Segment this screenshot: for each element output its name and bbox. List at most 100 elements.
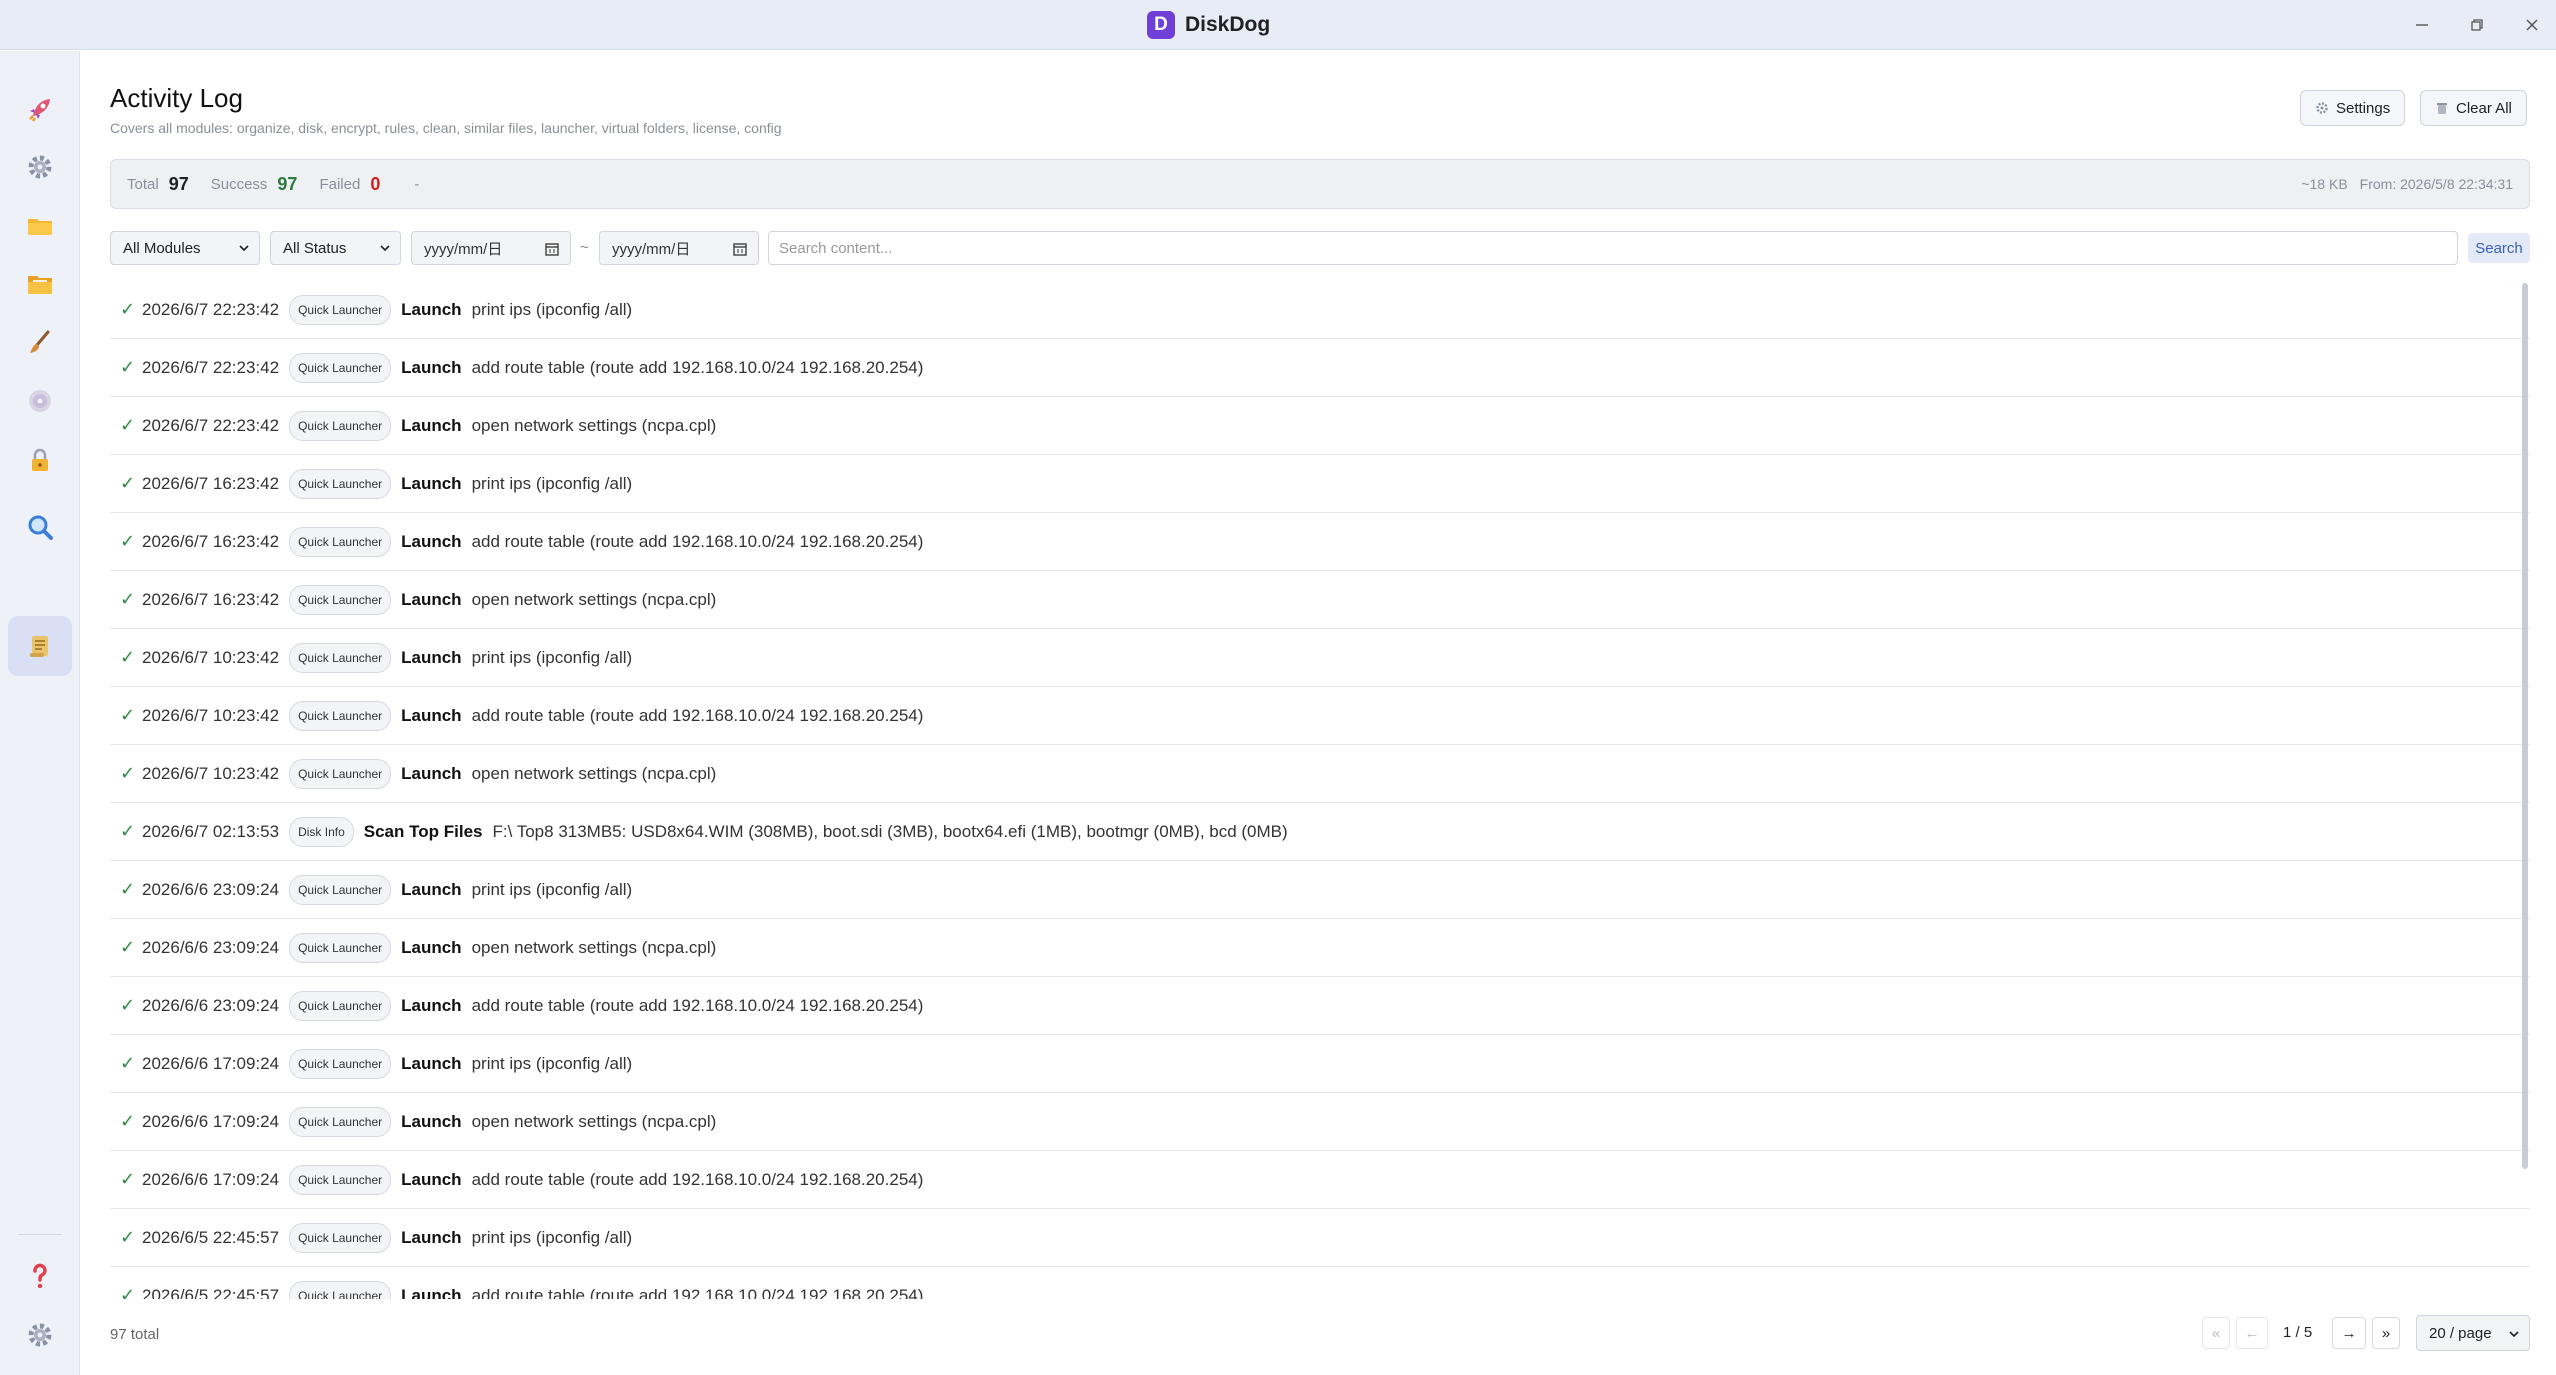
log-time: 2026/6/6 23:09:24 [142,937,280,957]
log-row: ✓ 2026/6/7 22:23:42 Quick Launcher Launch op… [110,397,2530,455]
sidebar-item-organize[interactable] [8,196,72,256]
log-time: 2026/6/7 22:23:42 [142,299,280,319]
log-size: ~18 KB [2301,176,2348,192]
calendar-icon [733,243,747,256]
sidebar-item-encrypt[interactable] [8,430,72,490]
module-tag: Disk Info [289,816,354,847]
log-row: ✓ 2026/6/6 17:09:24 Quick Launcher Launch ad… [110,1151,2530,1209]
folder-icon [28,219,52,235]
log-time: 2026/6/7 10:23:42 [142,763,280,783]
sidebar-item-settings[interactable] [8,137,72,197]
log-time: 2026/6/7 16:23:42 [142,473,280,493]
sidebar-item-disk[interactable] [8,371,72,431]
sidebar-item-activity-log[interactable] [8,616,72,676]
module-tag: Quick Launcher [289,700,392,731]
module-select[interactable]: All Modules [110,231,260,265]
next-page-button[interactable]: → [2332,1317,2366,1349]
module-tag: Quick Launcher [289,526,392,557]
log-detail: add route table (route add 192.168.10.0/… [471,995,924,1015]
success-check-icon: ✓ [120,1111,136,1131]
minimize-icon [2416,24,2428,26]
page-title: Activity Log [110,83,243,113]
log-detail: open network settings (ncpa.cpl) [471,1111,717,1131]
success-check-icon: ✓ [120,1285,136,1299]
clear-all-label: Clear All [2456,99,2512,117]
total-label: Total [127,175,159,193]
log-time: 2026/6/5 22:45:57 [142,1285,280,1300]
success-label: Success [210,175,268,193]
log-detail: print ips (ipconfig /all) [471,473,633,493]
success-check-icon: ✓ [120,937,136,957]
success-count: 97 [277,173,298,194]
log-row: ✓ 2026/6/5 22:45:57 Quick Launcher Launch pr… [110,1209,2530,1267]
log-action: Launch [401,705,462,725]
stats-separator: - [414,175,420,193]
scrollbar-thumb[interactable] [2522,283,2528,1169]
settings-label: Settings [2336,99,2391,117]
sidebar-item-similar-files[interactable] [8,497,72,557]
log-time: 2026/6/6 23:09:24 [142,879,280,899]
page-size-select[interactable]: 20 / page [2416,1315,2530,1351]
success-check-icon: ✓ [120,995,136,1015]
brush-icon [30,330,50,353]
minimize-button[interactable] [2407,10,2437,40]
log-detail: print ips (ipconfig /all) [471,879,633,899]
log-row: ✓ 2026/6/6 23:09:24 Quick Launcher Launch ad… [110,977,2530,1035]
clear-all-button[interactable]: Clear All [2420,90,2527,126]
log-time: 2026/6/7 22:23:42 [142,357,280,377]
log-row: ✓ 2026/6/7 10:23:42 Quick Launcher Launch pr… [110,629,2530,687]
last-page-button[interactable]: » [2372,1317,2400,1349]
scroll-icon [30,636,48,657]
sidebar [0,51,80,1375]
total-count: 97 [168,173,189,194]
settings-gear-icon [28,1323,52,1347]
success-check-icon: ✓ [120,705,136,725]
module-tag: Quick Launcher [289,1222,392,1253]
module-tag: Quick Launcher [289,294,392,325]
log-row: ✓ 2026/6/7 16:23:42 Quick Launcher Launch pr… [110,455,2530,513]
calendar-icon [545,243,559,256]
close-button[interactable] [2517,10,2547,40]
log-action: Launch [401,1053,462,1073]
search-button[interactable]: Search [2468,233,2530,263]
log-detail: add route table (route add 192.168.10.0/… [471,357,924,377]
log-time: 2026/6/7 10:23:42 [142,705,280,725]
magnifier-icon [28,515,53,540]
log-row: ✓ 2026/6/6 17:09:24 Quick Launcher Launch pr… [110,1035,2530,1093]
sidebar-item-virtual-folders[interactable] [8,254,72,314]
log-action: Launch [401,1227,462,1247]
search-input[interactable]: Search content... [768,231,2458,265]
title-bar: D DiskDog [0,0,2556,50]
success-check-icon: ✓ [120,647,136,667]
log-detail: print ips (ipconfig /all) [471,1053,633,1073]
sidebar-item-clean[interactable] [8,313,72,373]
log-time: 2026/6/7 02:13:53 [142,821,280,841]
date-from-input[interactable]: yyyy/mm/日 [411,231,571,265]
log-action: Launch [401,763,462,783]
log-row: ✓ 2026/6/7 10:23:42 Quick Launcher Launch ad… [110,687,2530,745]
sidebar-item-config[interactable] [8,1305,72,1365]
success-check-icon: ✓ [120,299,136,319]
log-action: Launch [401,299,462,319]
module-tag: Quick Launcher [289,1280,392,1299]
activity-log-list: ✓ 2026/6/7 22:23:42 Quick Launcher Launch pr… [110,281,2530,1299]
maximize-button[interactable] [2462,10,2492,40]
log-row: ✓ 2026/6/6 17:09:24 Quick Launcher Launch op… [110,1093,2530,1151]
log-action: Launch [401,937,462,957]
sidebar-item-launcher[interactable] [8,79,72,139]
sidebar-item-help[interactable] [8,1246,72,1306]
log-detail: open network settings (ncpa.cpl) [471,937,717,957]
chevron-down-icon [239,245,249,252]
first-page-button[interactable]: « [2202,1317,2230,1349]
log-action: Launch [401,531,462,551]
success-check-icon: ✓ [120,821,136,841]
status-select[interactable]: All Status [270,231,401,265]
chevron-down-icon [2509,1331,2519,1338]
log-time: 2026/6/6 17:09:24 [142,1053,280,1073]
settings-button[interactable]: Settings [2300,90,2406,126]
module-tag: Quick Launcher [289,1048,392,1079]
date-to-input[interactable]: yyyy/mm/日 [599,231,759,265]
log-detail: add route table (route add 192.168.10.0/… [471,1285,924,1300]
prev-page-button[interactable]: ← [2236,1317,2268,1349]
page-size-value: 20 / page [2429,1324,2492,1342]
